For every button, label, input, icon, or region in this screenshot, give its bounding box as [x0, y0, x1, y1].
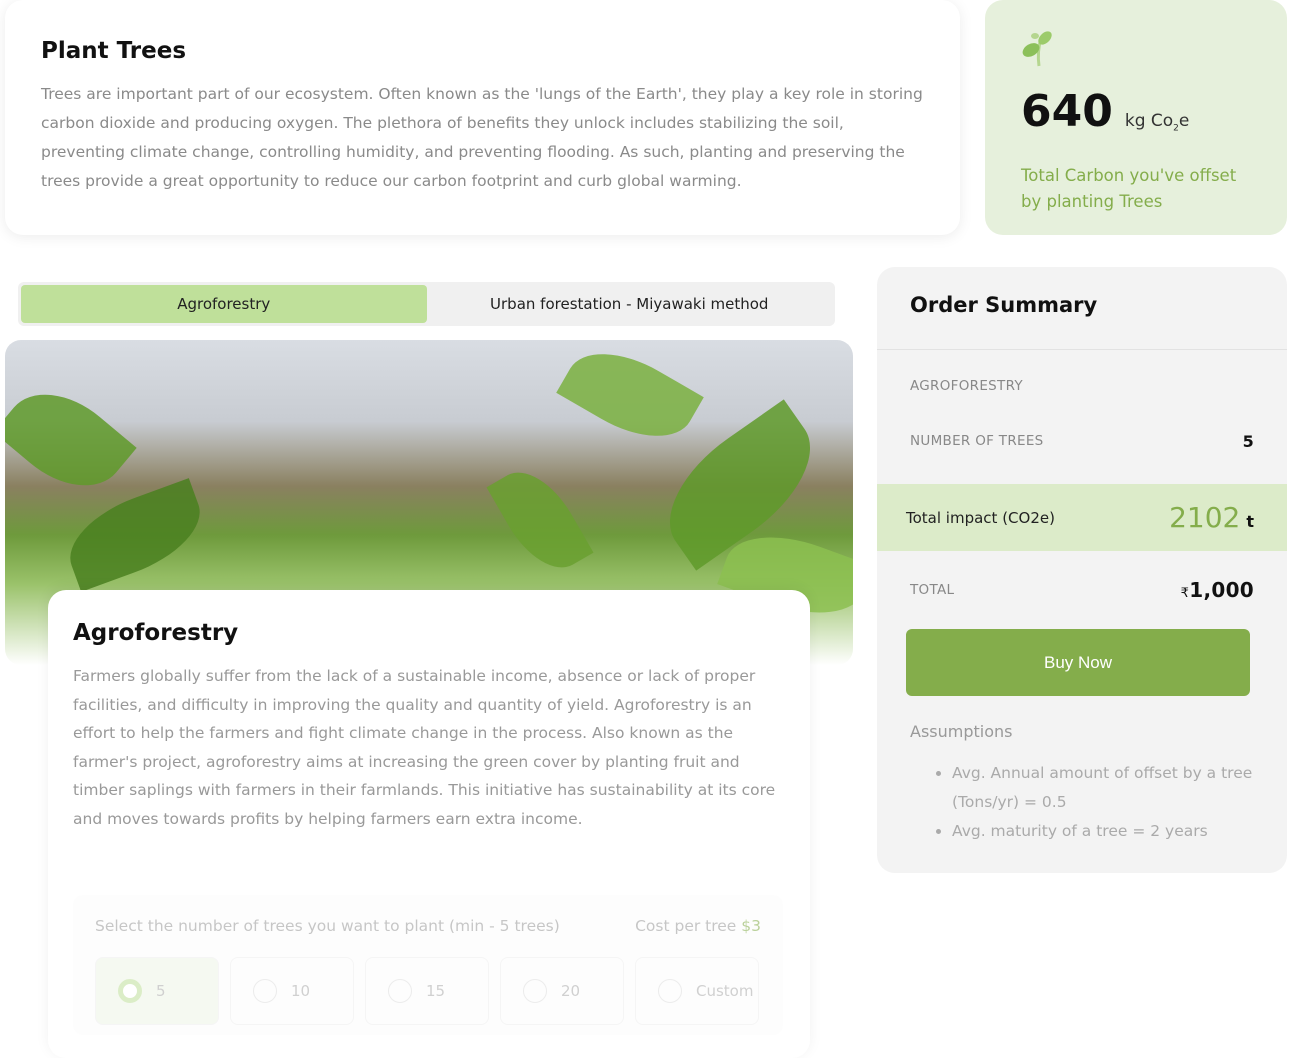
- radio-icon: [388, 979, 412, 1003]
- project-detail-card: Agroforestry Farmers globally suffer fro…: [48, 590, 810, 1058]
- impact-label: Total impact (CO2e): [906, 508, 1055, 527]
- tree-count-selector: Select the number of trees you want to p…: [73, 895, 783, 1035]
- project-tabs: Agroforestry Urban forestation - Miyawak…: [18, 282, 835, 326]
- project-title: Agroforestry: [73, 620, 239, 646]
- radio-icon: [658, 979, 682, 1003]
- page-title: Plant Trees: [41, 38, 187, 64]
- tab-urban-forestation[interactable]: Urban forestation - Miyawaki method: [427, 285, 833, 323]
- option-custom[interactable]: Custom: [635, 957, 759, 1025]
- carbon-description: Total Carbon you've offset by planting T…: [1021, 166, 1237, 211]
- carbon-unit: kg Co2e: [1124, 111, 1190, 134]
- radio-icon: [118, 979, 142, 1003]
- assumptions: Assumptions Avg. Annual amount of offset…: [877, 696, 1287, 872]
- project-description: Farmers globally suffer from the lack of…: [73, 667, 776, 828]
- impact-unit: t: [1246, 512, 1254, 531]
- assumption-item: Avg. Annual amount of offset by a tree (…: [952, 759, 1254, 817]
- summary-title: Order Summary: [877, 267, 1287, 350]
- order-summary: Order Summary AGROFORESTRY NUMBER OF TRE…: [877, 267, 1287, 873]
- radio-icon: [253, 979, 277, 1003]
- option-10[interactable]: 10: [230, 957, 354, 1025]
- option-20[interactable]: 20: [500, 957, 624, 1025]
- assumptions-title: Assumptions: [910, 722, 1013, 741]
- carbon-value: 640: [1021, 86, 1113, 137]
- option-5[interactable]: 5: [95, 957, 219, 1025]
- intro-card: Plant Trees Trees are important part of …: [5, 0, 960, 235]
- tab-agroforestry[interactable]: Agroforestry: [21, 285, 427, 323]
- trees-label: NUMBER OF TREES: [910, 433, 1044, 449]
- impact-row: Total impact (CO2e) 2102 t: [877, 484, 1287, 551]
- select-label: Select the number of trees you want to p…: [95, 917, 560, 935]
- sprout-icon: [1022, 31, 1052, 67]
- total-label: TOTAL: [910, 582, 955, 598]
- option-15[interactable]: 15: [365, 957, 489, 1025]
- trees-value: 5: [1242, 431, 1254, 451]
- assumption-item: Avg. maturity of a tree = 2 years: [952, 817, 1254, 846]
- carbon-offset-card: 640 kg Co2e Total Carbon you've offset by…: [985, 0, 1287, 235]
- radio-icon: [523, 979, 547, 1003]
- total-value: ₹1,000: [1180, 578, 1254, 602]
- buy-now-button[interactable]: Buy Now: [906, 629, 1250, 696]
- impact-value: 2102: [1169, 501, 1241, 534]
- intro-text: Trees are important part of our ecosyste…: [41, 85, 923, 190]
- cost-per-tree: Cost per tree $3: [635, 917, 761, 935]
- project-name: AGROFORESTRY: [910, 378, 1023, 394]
